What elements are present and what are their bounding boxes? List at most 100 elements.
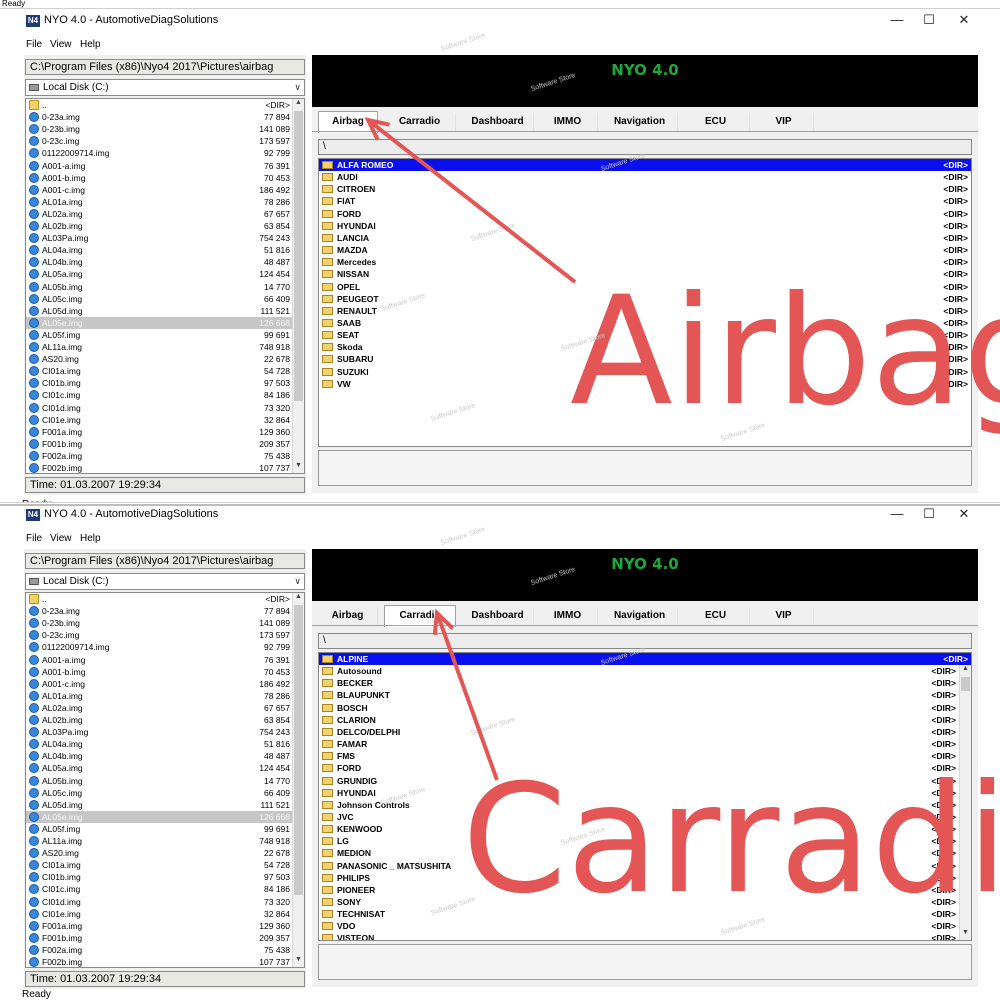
scroll-down-icon[interactable]: ▼ — [293, 462, 304, 473]
manufacturer-row[interactable]: LANCIA <DIR> — [319, 232, 971, 244]
manufacturer-row[interactable]: FORD <DIR> — [319, 208, 971, 220]
file-row[interactable]: AL02b.img 63 854 — [26, 220, 293, 232]
info-box-scrollbar[interactable] — [959, 945, 971, 979]
file-row[interactable]: A001-a.img 76 391 — [26, 160, 293, 172]
file-row[interactable]: AL05a.img 124 454 — [26, 762, 293, 774]
file-row[interactable]: CI01c.img 84 186 — [26, 883, 293, 895]
file-row[interactable]: AL03Pa.img 754 243 — [26, 726, 293, 738]
file-row[interactable]: AL02b.img 63 854 — [26, 714, 293, 726]
tab-airbag[interactable]: Airbag — [318, 607, 378, 625]
scroll-up-icon[interactable]: ▲ — [960, 665, 971, 676]
file-row[interactable]: 01122009714.img 92 799 — [26, 641, 293, 653]
manufacturer-row[interactable]: HYUNDAI <DIR> — [319, 220, 971, 232]
tab-vip[interactable]: VIP — [754, 113, 814, 131]
file-row[interactable]: 0-23b.img 141 089 — [26, 123, 293, 135]
file-row[interactable]: CI01b.img 97 503 — [26, 377, 293, 389]
scroll-thumb[interactable] — [294, 111, 303, 401]
scroll-thumb[interactable] — [961, 677, 970, 691]
file-row[interactable]: CI01b.img 97 503 — [26, 871, 293, 883]
scroll-down-icon[interactable]: ▼ — [293, 956, 304, 967]
info-box-scrollbar[interactable] — [959, 451, 971, 485]
file-row[interactable]: AL05e.img 126 668 — [26, 316, 293, 329]
file-row[interactable]: AS20.img 22 678 — [26, 847, 293, 859]
menu-view[interactable]: View — [50, 533, 72, 544]
file-row[interactable]: F002a.img 75 438 — [26, 450, 293, 462]
file-list-scrollbar[interactable]: ▲ ▼ — [292, 593, 304, 967]
menu-view[interactable]: View — [50, 39, 72, 50]
file-row[interactable]: A001-c.img 186 492 — [26, 678, 293, 690]
file-row[interactable]: AL05b.img 14 770 — [26, 281, 293, 293]
tab-dashboard[interactable]: Dashboard — [462, 607, 534, 625]
minimize-icon[interactable]: — — [888, 506, 906, 521]
menu-help[interactable]: Help — [80, 533, 101, 544]
maximize-icon[interactable]: ☐ — [920, 12, 938, 28]
tab-ecu[interactable]: ECU — [682, 607, 750, 625]
file-row[interactable]: AL05f.img 99 691 — [26, 823, 293, 835]
menu-file[interactable]: File — [26, 39, 42, 50]
file-row[interactable]: F001b.img 209 357 — [26, 438, 293, 450]
folder-path-field[interactable]: C:\Program Files (x86)\Nyo4 2017\Picture… — [25, 59, 305, 75]
manufacturer-row[interactable]: BLAUPUNKT <DIR> — [319, 689, 959, 701]
file-row[interactable]: AL01a.img 78 286 — [26, 690, 293, 702]
file-row[interactable]: AL05f.img 99 691 — [26, 329, 293, 341]
close-icon[interactable]: ✕ — [955, 12, 973, 28]
file-row[interactable]: .. <DIR> — [26, 99, 293, 111]
file-row[interactable]: F001b.img 209 357 — [26, 932, 293, 944]
close-icon[interactable]: ✕ — [955, 506, 973, 522]
file-row[interactable]: A001-b.img 70 453 — [26, 666, 293, 678]
file-row[interactable]: AL05d.img 111 521 — [26, 799, 293, 811]
file-row[interactable]: CI01e.img 32 864 — [26, 414, 293, 426]
file-row[interactable]: AL04a.img 51 816 — [26, 738, 293, 750]
chevron-down-icon[interactable]: ∨ — [294, 80, 301, 95]
scroll-up-icon[interactable]: ▲ — [293, 99, 304, 110]
manufacturer-row[interactable]: BECKER <DIR> — [319, 677, 959, 689]
manufacturer-row[interactable]: FIAT <DIR> — [319, 195, 971, 207]
file-row[interactable]: AL01a.img 78 286 — [26, 196, 293, 208]
file-row[interactable]: AS20.img 22 678 — [26, 353, 293, 365]
file-row[interactable]: AL04b.img 48 487 — [26, 750, 293, 762]
minimize-icon[interactable]: — — [888, 12, 906, 27]
tab-navigation[interactable]: Navigation — [602, 607, 678, 625]
file-row[interactable]: A001-b.img 70 453 — [26, 172, 293, 184]
file-row[interactable]: CI01d.img 73 320 — [26, 402, 293, 414]
file-row[interactable]: 0-23c.img 173 597 — [26, 135, 293, 147]
file-row[interactable]: 0-23a.img 77 894 — [26, 605, 293, 617]
file-row[interactable]: AL05e.img 126 668 — [26, 810, 293, 823]
chevron-down-icon[interactable]: ∨ — [294, 574, 301, 589]
file-list[interactable]: .. <DIR> 0-23a.img 77 894 0-23b.img 141 089 0-… — [25, 98, 305, 474]
tab-immo[interactable]: IMMO — [538, 113, 598, 131]
file-row[interactable]: F001a.img 129 360 — [26, 426, 293, 438]
manufacturer-row[interactable]: CITROEN <DIR> — [319, 183, 971, 195]
drive-select[interactable]: Local Disk (C:) ∨ — [25, 573, 305, 590]
file-row[interactable]: CI01d.img 73 320 — [26, 896, 293, 908]
file-row[interactable]: A001-c.img 186 492 — [26, 184, 293, 196]
file-row[interactable]: AL05b.img 14 770 — [26, 775, 293, 787]
file-row[interactable]: AL02a.img 67 657 — [26, 702, 293, 714]
manufacturer-row[interactable]: ALPINE <DIR> — [319, 653, 971, 665]
manufacturer-row[interactable]: VISTEON <DIR> — [319, 932, 959, 940]
manufacturer-row[interactable]: FAMAR <DIR> — [319, 738, 959, 750]
file-row[interactable]: AL03Pa.img 754 243 — [26, 232, 293, 244]
file-row[interactable]: CI01e.img 32 864 — [26, 908, 293, 920]
file-row[interactable]: AL11a.img 748 918 — [26, 341, 293, 353]
manufacturer-row[interactable]: Autosound <DIR> — [319, 665, 959, 677]
file-row[interactable]: 0-23b.img 141 089 — [26, 617, 293, 629]
tab-airbag[interactable]: Airbag — [318, 111, 378, 133]
scroll-up-icon[interactable]: ▲ — [293, 593, 304, 604]
tab-carradio[interactable]: Carradio — [384, 113, 456, 131]
file-list[interactable]: .. <DIR> 0-23a.img 77 894 0-23b.img 141 089 0-… — [25, 592, 305, 968]
manufacturer-row[interactable]: ALFA ROMEO <DIR> — [319, 159, 971, 171]
file-row[interactable]: F002b.img 107 737 — [26, 462, 293, 473]
file-row[interactable]: AL02a.img 67 657 — [26, 208, 293, 220]
file-row[interactable]: AL04a.img 51 816 — [26, 244, 293, 256]
tab-ecu[interactable]: ECU — [682, 113, 750, 131]
file-row[interactable]: .. <DIR> — [26, 593, 293, 605]
file-row[interactable]: F002b.img 107 737 — [26, 956, 293, 967]
drive-select[interactable]: Local Disk (C:) ∨ — [25, 79, 305, 96]
scroll-thumb[interactable] — [294, 605, 303, 895]
file-row[interactable]: 0-23a.img 77 894 — [26, 111, 293, 123]
file-row[interactable]: CI01a.img 54 728 — [26, 859, 293, 871]
file-row[interactable]: AL11a.img 748 918 — [26, 835, 293, 847]
file-row[interactable]: AL05c.img 66 409 — [26, 293, 293, 305]
file-row[interactable]: CI01c.img 84 186 — [26, 389, 293, 401]
